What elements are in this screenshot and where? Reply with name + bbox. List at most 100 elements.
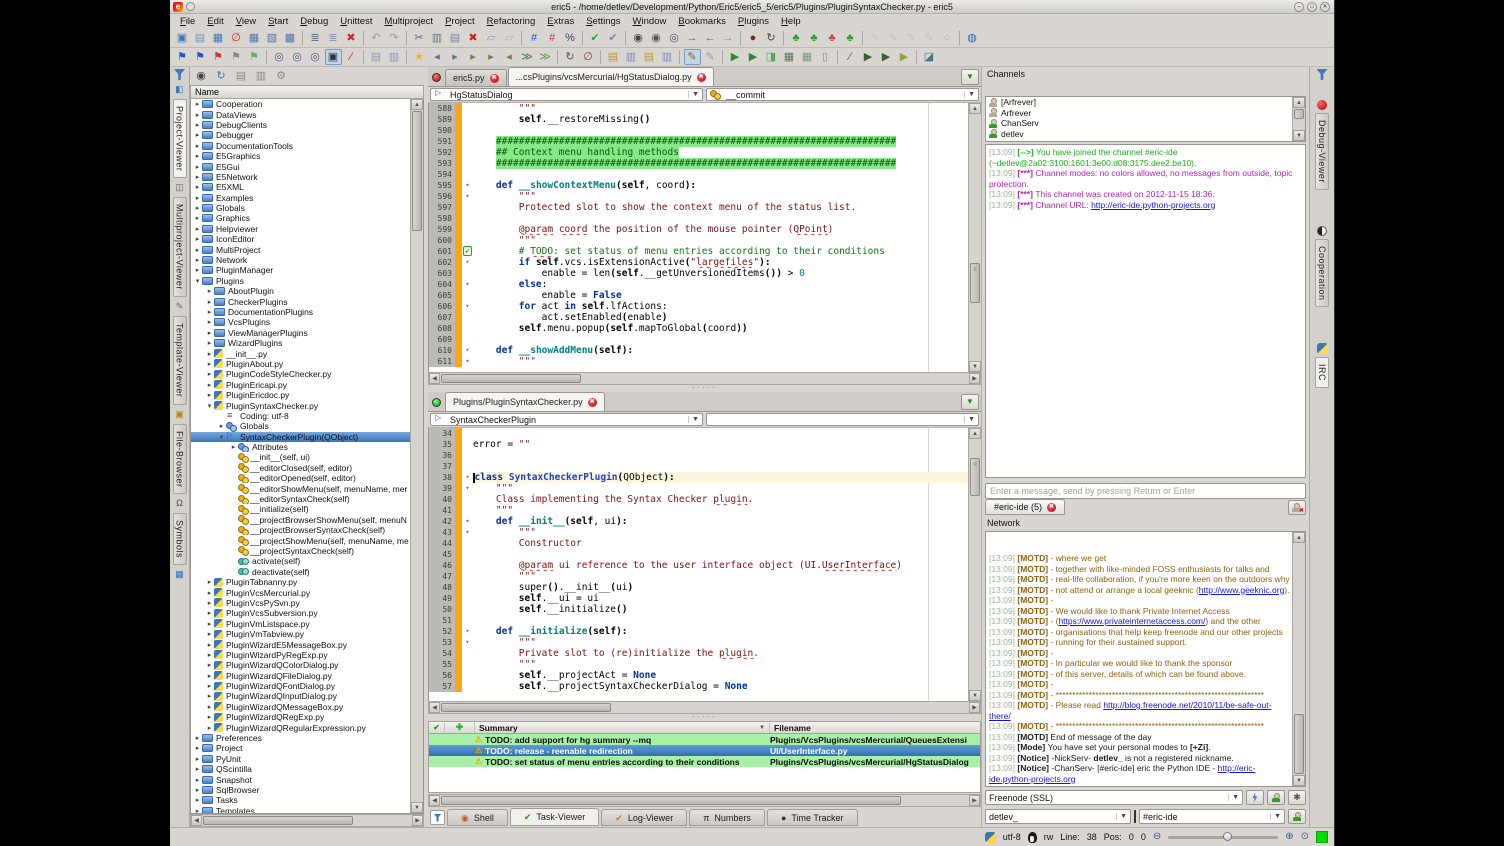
scroll-down-icon[interactable]: ▼ bbox=[969, 690, 981, 701]
tree-row[interactable]: ▸PluginVmListspace.py bbox=[191, 619, 410, 629]
fold-margin[interactable]: ▾ bbox=[462, 257, 473, 268]
fold-margin[interactable]: ▾ bbox=[462, 472, 473, 483]
sidebar-tab-multiproject-viewer[interactable]: Multiproject-Viewer bbox=[173, 197, 187, 297]
bookmark-toggle-icon[interactable]: ⚑ bbox=[174, 49, 191, 65]
tree-row[interactable]: ▸Templates bbox=[191, 806, 410, 813]
stream-comment-icon[interactable]: % bbox=[562, 30, 579, 46]
expander-icon[interactable]: ▸ bbox=[193, 266, 202, 274]
message-link[interactable]: https://www.privateinternetaccess.com/ bbox=[1058, 616, 1205, 626]
refresh-icon[interactable]: ↻ bbox=[562, 49, 579, 65]
tree-expand-all-icon[interactable]: ▥ bbox=[253, 68, 270, 84]
tree-row[interactable]: ▾PluginSyntaxChecker.py bbox=[191, 400, 410, 410]
line-number[interactable]: 610 bbox=[429, 345, 455, 356]
expander-icon[interactable]: ▸ bbox=[205, 308, 214, 316]
line-number[interactable]: 592 bbox=[429, 147, 455, 158]
menu-multiproject[interactable]: Multiproject bbox=[378, 15, 439, 28]
tree-options-icon[interactable]: ⚙ bbox=[273, 68, 290, 84]
scrollbar-thumb[interactable] bbox=[1294, 109, 1304, 119]
menu-settings[interactable]: Settings bbox=[580, 15, 626, 28]
line-number[interactable]: 609 bbox=[429, 334, 455, 345]
expander-icon[interactable]: ▸ bbox=[193, 142, 202, 150]
line-number[interactable]: 601 bbox=[429, 246, 455, 257]
sidebar-tab-template-viewer[interactable]: Template-Viewer bbox=[173, 316, 187, 404]
tree-row[interactable]: ▸PluginVcsPySvn.py bbox=[191, 598, 410, 608]
expander-icon[interactable]: ▸ bbox=[205, 298, 214, 306]
tool-tab-shell[interactable]: ◉Shell bbox=[447, 809, 508, 826]
fold-margin[interactable] bbox=[462, 593, 473, 604]
line-number[interactable]: 606 bbox=[429, 301, 455, 312]
expander-icon[interactable]: ▸ bbox=[205, 578, 214, 586]
scrollbar-thumb[interactable] bbox=[203, 816, 353, 825]
menu-refactoring[interactable]: Refactoring bbox=[481, 15, 542, 28]
line-number[interactable]: 602 bbox=[429, 257, 455, 268]
zoom-out-icon[interactable]: ◎ bbox=[289, 49, 306, 65]
expander-icon[interactable]: ▸ bbox=[193, 183, 202, 191]
scroll-down-icon[interactable]: ▼ bbox=[969, 361, 981, 372]
line-number[interactable]: 607 bbox=[429, 312, 455, 323]
expander-icon[interactable]: ▸ bbox=[205, 360, 214, 368]
tree-row[interactable]: ▸PluginEricdoc.py bbox=[191, 390, 410, 400]
vcs-status-icon[interactable]: ◪ bbox=[921, 49, 938, 65]
step-into-icon[interactable]: ▸ bbox=[483, 49, 500, 65]
tree-row[interactable]: ▸PyUnit bbox=[191, 754, 410, 764]
expander-icon[interactable]: ▸ bbox=[193, 131, 202, 139]
tool-tab-time-tracker[interactable]: ●Time Tracker bbox=[767, 809, 858, 826]
expander-icon[interactable]: ▸ bbox=[205, 589, 214, 597]
class-combo[interactable]: HgStatusDialog▼ bbox=[430, 88, 703, 101]
menu-window[interactable]: Window bbox=[627, 15, 673, 28]
fold-margin[interactable] bbox=[462, 549, 473, 560]
edit-mode-icon[interactable]: ✎ bbox=[684, 49, 701, 65]
line-number[interactable]: 591 bbox=[429, 136, 455, 147]
expander-icon[interactable]: ▸ bbox=[205, 630, 214, 638]
close-all-icon[interactable]: ✖ bbox=[343, 30, 360, 46]
fold-margin[interactable] bbox=[462, 202, 473, 213]
eol-linux-icon[interactable] bbox=[1028, 832, 1037, 843]
tree-row[interactable]: ▸MultiProject bbox=[191, 244, 410, 254]
line-number[interactable]: 588 bbox=[429, 103, 455, 114]
tree-horizontal-scrollbar[interactable]: ◀ ▶ bbox=[190, 814, 424, 827]
tree-row[interactable]: activate(self) bbox=[191, 556, 410, 566]
tree-row[interactable]: ▸PluginTabnanny.py bbox=[191, 577, 410, 587]
line-number[interactable]: 48 bbox=[429, 582, 455, 593]
scroll-left-icon[interactable]: ◀ bbox=[191, 815, 202, 826]
line-number[interactable]: 34 bbox=[429, 428, 455, 439]
fold-margin[interactable]: ▾ bbox=[462, 191, 473, 202]
expander-icon[interactable]: ▸ bbox=[205, 381, 214, 389]
tool-tab-numbers[interactable]: πNumbers bbox=[689, 809, 765, 826]
task-table-header[interactable]: ✔ ✚ Summary ▼ Filename bbox=[428, 721, 981, 734]
multiproject-viewer-icon[interactable]: ◫ bbox=[173, 181, 186, 194]
expander-icon[interactable]: ▸ bbox=[193, 163, 202, 171]
irc-settings-button[interactable]: ✱ bbox=[1288, 790, 1306, 805]
file-list-dropdown-icon[interactable]: ▼ bbox=[961, 69, 979, 85]
tree-row[interactable]: ▸PluginWizardPyRegExp.py bbox=[191, 650, 410, 660]
fold-margin[interactable] bbox=[462, 213, 473, 224]
fold-margin[interactable]: ▾ bbox=[462, 301, 473, 312]
tree-row[interactable]: ▸SqlBrowser bbox=[191, 785, 410, 795]
fold-margin[interactable]: ▾ bbox=[462, 626, 473, 637]
line-number[interactable]: 40 bbox=[429, 494, 455, 505]
project-vcs-commit-icon[interactable]: ♣ bbox=[788, 30, 805, 46]
paste-icon[interactable]: ▤ bbox=[447, 30, 464, 46]
expander-icon[interactable]: ▸ bbox=[205, 682, 214, 690]
expander-icon[interactable]: ▸ bbox=[193, 235, 202, 243]
message-link[interactable]: http://eric-ide.python-projects.org bbox=[1091, 200, 1215, 210]
menu-bookmarks[interactable]: Bookmarks bbox=[672, 15, 732, 28]
expander-icon[interactable]: ▸ bbox=[205, 703, 214, 711]
line-number[interactable]: 603 bbox=[429, 268, 455, 279]
line-number[interactable]: 49 bbox=[429, 593, 455, 604]
tree-row[interactable]: ▸E5Network bbox=[191, 172, 410, 182]
zoom-slider-handle[interactable] bbox=[1223, 832, 1232, 841]
scroll-right-icon[interactable]: ▶ bbox=[969, 795, 980, 806]
line-number[interactable]: 594 bbox=[429, 169, 455, 180]
fold-margin[interactable] bbox=[462, 560, 473, 571]
tree-row[interactable]: ▸PluginWizardQFontDialog.py bbox=[191, 681, 410, 691]
highlight-icon[interactable]: ∕ bbox=[343, 49, 360, 65]
close-channel-icon[interactable]: ✖ bbox=[1047, 503, 1056, 512]
line-number[interactable]: 43 bbox=[429, 527, 455, 538]
fold-margin[interactable] bbox=[462, 538, 473, 549]
search-icon[interactable]: ◉ bbox=[630, 30, 647, 46]
menu-file[interactable]: File bbox=[174, 15, 201, 28]
tree-row[interactable]: ▸__init__.py bbox=[191, 348, 410, 358]
expander-icon[interactable]: ▸ bbox=[193, 194, 202, 202]
tree-row[interactable]: ▸PluginEricapi.py bbox=[191, 380, 410, 390]
